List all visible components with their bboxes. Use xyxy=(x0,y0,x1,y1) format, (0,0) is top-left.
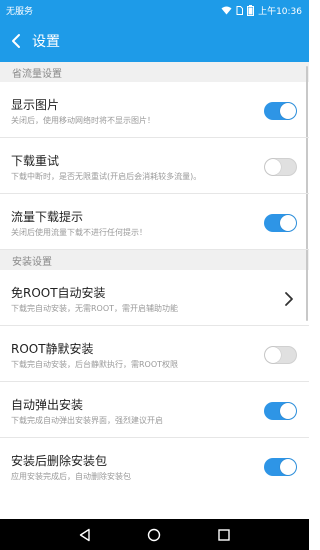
toggle-knob xyxy=(280,403,296,419)
nav-recents-button[interactable] xyxy=(212,523,236,547)
back-button[interactable] xyxy=(2,20,30,62)
system-nav-bar xyxy=(0,519,309,550)
download-retry-toggle[interactable] xyxy=(264,158,297,176)
setting-description: 下载完成自动弹出安装界面，强烈建议开启 xyxy=(11,416,163,425)
status-icons: 上午10:36 xyxy=(221,4,302,17)
battery-icon xyxy=(247,4,255,16)
setting-title: 免ROOT自动安装 xyxy=(11,286,106,300)
setting-row-download-retry[interactable]: 下载重试 下载中断时，是否无限重试(开启后会消耗较多流量)。 xyxy=(0,138,309,194)
setting-description: 关闭后使用流量下载不进行任何提示！ xyxy=(11,228,147,237)
toggle-knob xyxy=(280,103,296,119)
setting-description: 下载完自动安装，无需ROOT，需开启辅助功能 xyxy=(11,304,179,313)
root-silent-install-toggle[interactable] xyxy=(264,346,297,364)
back-chevron-icon xyxy=(12,34,20,48)
wifi-icon xyxy=(221,6,232,14)
toggle-knob xyxy=(280,459,296,475)
setting-row-auto-popup-install[interactable]: 自动弹出安装 下载完成自动弹出安装界面，强烈建议开启 xyxy=(0,382,309,438)
setting-row-delete-after-install[interactable]: 安装后删除安装包 应用安装完成后，自动删除安装包 xyxy=(0,438,309,494)
setting-row-data-download-prompt[interactable]: 流量下载提示 关闭后使用流量下载不进行任何提示！ xyxy=(0,194,309,250)
carrier-label: 无服务 xyxy=(6,6,34,17)
setting-title: ROOT静默安装 xyxy=(11,342,94,356)
chevron-right-icon xyxy=(285,292,293,306)
toggle-knob xyxy=(265,347,281,363)
page-title: 设置 xyxy=(32,34,60,50)
show-images-toggle[interactable] xyxy=(264,102,297,120)
data-download-prompt-toggle[interactable] xyxy=(264,214,297,232)
square-recents-icon xyxy=(218,528,230,541)
setting-row-root-silent-install[interactable]: ROOT静默安装 下载完自动安装，后台静默执行，需ROOT权限 xyxy=(0,326,309,382)
setting-description: 关闭后，使用移动网络时将不显示图片！ xyxy=(11,116,155,125)
setting-description: 下载完自动安装，后台静默执行，需ROOT权限 xyxy=(11,360,179,369)
auto-popup-install-toggle[interactable] xyxy=(264,402,297,420)
setting-row-rootless-auto-install[interactable]: 免ROOT自动安装 下载完自动安装，无需ROOT，需开启辅助功能 xyxy=(0,270,309,326)
sim-icon xyxy=(236,5,244,15)
setting-title: 自动弹出安装 xyxy=(11,398,84,412)
setting-description: 下载中断时，是否无限重试(开启后会消耗较多流量)。 xyxy=(11,172,202,181)
delete-after-install-toggle[interactable] xyxy=(264,458,297,476)
circle-home-icon xyxy=(148,528,161,541)
setting-title: 显示图片 xyxy=(11,98,60,112)
settings-list[interactable]: 省流量设置 显示图片 关闭后，使用移动网络时将不显示图片！ 下载重试 下载中断时… xyxy=(0,62,309,519)
clock-label: 上午10:36 xyxy=(258,6,302,17)
toggle-knob xyxy=(280,215,296,231)
nav-home-button[interactable] xyxy=(142,523,166,547)
setting-row-show-images[interactable]: 显示图片 关闭后，使用移动网络时将不显示图片！ xyxy=(0,82,309,138)
app-bar: 设置 xyxy=(0,20,309,62)
setting-title: 下载重试 xyxy=(11,154,60,168)
nav-back-button[interactable] xyxy=(73,523,97,547)
section-header-data-saving: 省流量设置 xyxy=(0,62,309,82)
triangle-back-icon xyxy=(79,528,90,541)
setting-title: 流量下载提示 xyxy=(11,210,84,224)
setting-description: 应用安装完成后，自动删除安装包 xyxy=(11,472,131,481)
status-bar: 无服务 上午10:36 xyxy=(0,0,309,20)
setting-title: 安装后删除安装包 xyxy=(11,454,108,468)
settings-screen: 无服务 上午10:36 设置 省流量设置 显示图片 关闭后，使用移动网络时将不显… xyxy=(0,0,309,550)
toggle-knob xyxy=(265,159,281,175)
section-header-install: 安装设置 xyxy=(0,250,309,270)
